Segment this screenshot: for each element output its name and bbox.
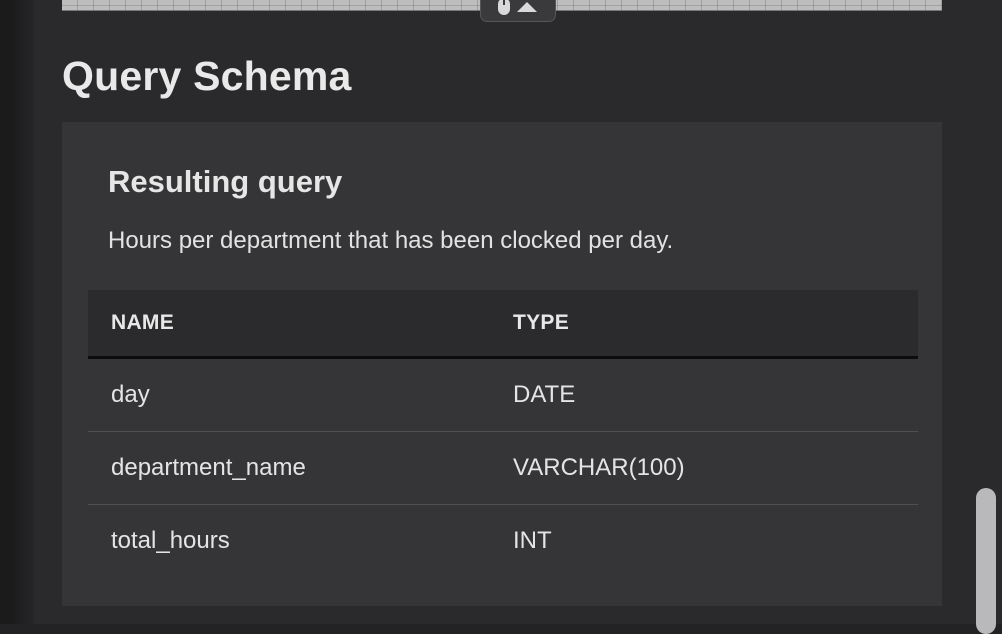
table-header-row: NAME TYPE xyxy=(88,290,918,358)
page-title: Query Schema xyxy=(62,53,352,99)
scrollbar-thumb[interactable] xyxy=(976,488,996,634)
arrow-up-icon xyxy=(517,2,537,12)
schema-table: NAME TYPE day DATE department_name VARCH… xyxy=(88,290,918,577)
resulting-query-card: Resulting query Hours per department tha… xyxy=(62,122,942,606)
field-type: INT xyxy=(513,527,552,554)
table-row: total_hours INT xyxy=(88,505,918,578)
column-header-name: NAME xyxy=(111,311,175,334)
field-type: DATE xyxy=(499,357,918,432)
field-name: department_name xyxy=(88,431,499,505)
field-name: total_hours xyxy=(111,527,230,554)
table-row: day DATE xyxy=(88,357,918,432)
table-row: department_name VARCHAR(100) xyxy=(88,431,918,505)
mouse-icon xyxy=(498,0,510,15)
field-name: day xyxy=(88,357,499,432)
card-description: Hours per department that has been clock… xyxy=(108,227,674,254)
collapse-preview-button[interactable] xyxy=(480,0,556,22)
left-rail-shadow xyxy=(14,0,34,624)
field-type: VARCHAR(100) xyxy=(499,431,918,505)
left-rail xyxy=(0,0,14,624)
card-heading: Resulting query xyxy=(108,164,343,199)
column-header-type: TYPE xyxy=(513,311,570,334)
